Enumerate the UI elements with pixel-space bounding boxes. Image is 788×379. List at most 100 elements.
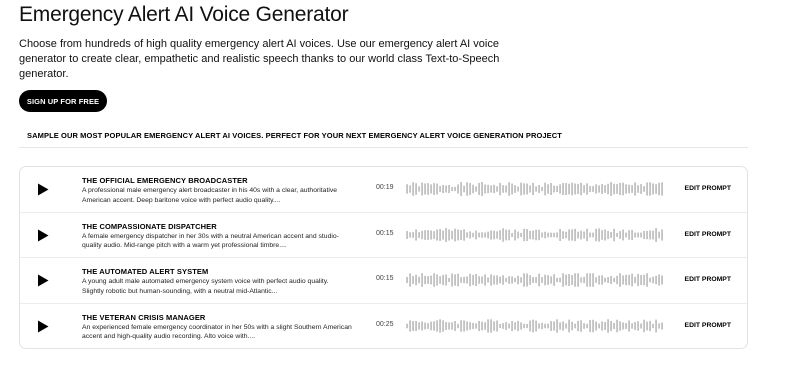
waveform-bar	[433, 320, 435, 331]
waveform-bar	[619, 320, 621, 331]
waveform-bar	[445, 274, 447, 286]
waveform-bar	[619, 182, 621, 196]
waveform-bar	[424, 275, 426, 285]
play-icon[interactable]	[37, 274, 49, 287]
waveform-bar	[418, 276, 420, 284]
waveform-bar	[607, 183, 609, 195]
waveform-icon[interactable]	[406, 182, 664, 196]
edit-prompt-button[interactable]: EDIT PROMPT	[685, 322, 731, 329]
waveform-bar	[490, 185, 492, 193]
waveform-bar	[604, 277, 606, 283]
waveform-bar	[565, 322, 567, 329]
edit-prompt-button[interactable]: EDIT PROMPT	[685, 231, 731, 238]
waveform-bar	[589, 319, 591, 332]
waveform-bar	[487, 231, 489, 238]
waveform-bar	[418, 321, 420, 330]
waveform-bar	[427, 276, 429, 284]
waveform-bar	[421, 273, 423, 287]
waveform-bar	[586, 273, 588, 287]
waveform-bar	[499, 229, 501, 240]
waveform-bar	[529, 230, 531, 239]
waveform-bar	[415, 228, 417, 241]
waveform-bar	[523, 273, 525, 287]
waveform-bar	[631, 273, 633, 287]
waveform-bar	[580, 182, 582, 196]
waveform-bar	[583, 276, 585, 284]
waveform-bar	[496, 186, 498, 192]
waveform-icon[interactable]	[406, 318, 664, 333]
waveform-bar	[427, 183, 429, 195]
waveform-bar	[523, 323, 525, 328]
waveform-bar	[412, 320, 414, 331]
waveform-bar	[415, 274, 417, 286]
waveform-bar	[523, 183, 525, 195]
play-icon[interactable]	[37, 229, 49, 242]
voice-info: THE OFFICIAL EMERGENCY BROADCASTER A pro…	[82, 176, 352, 205]
page-description: Choose from hundreds of high quality eme…	[19, 38, 500, 80]
voice-duration: 00:15	[376, 229, 394, 237]
waveform-bar	[661, 321, 663, 330]
play-icon[interactable]	[37, 183, 49, 196]
waveform-bar	[646, 321, 648, 330]
waveform-bar	[637, 320, 639, 331]
waveform-bar	[466, 231, 468, 238]
waveform-bar	[601, 320, 603, 331]
waveform-icon[interactable]	[406, 273, 664, 287]
waveform-bar	[547, 323, 549, 328]
sign-up-button[interactable]: SIGN UP FOR FREE	[19, 90, 107, 112]
waveform-bar	[583, 322, 585, 329]
voice-description: An experienced female emergency coordina…	[82, 323, 352, 341]
waveform-bar	[637, 232, 639, 237]
waveform-bar	[520, 182, 522, 196]
waveform-bar	[418, 231, 420, 238]
waveform-bar	[556, 318, 558, 333]
waveform-bar	[502, 185, 504, 193]
waveform-bar	[451, 321, 453, 330]
waveform-bar	[565, 231, 567, 238]
waveform-bar	[529, 275, 531, 285]
waveform-bar	[460, 229, 462, 240]
edit-prompt-button[interactable]: EDIT PROMPT	[685, 185, 731, 192]
waveform-bar	[466, 182, 468, 196]
waveform-bar	[436, 183, 438, 195]
waveform-bar	[583, 185, 585, 193]
waveform-bar	[631, 229, 633, 240]
waveform-bar	[517, 275, 519, 285]
waveform-bar	[457, 273, 459, 287]
waveform-bar	[574, 323, 576, 328]
waveform-bar	[454, 320, 456, 331]
waveform-bar	[598, 227, 600, 242]
waveform-bar	[439, 228, 441, 241]
waveform-bar	[427, 229, 429, 240]
waveform-bar	[613, 228, 615, 241]
waveform-bar	[475, 322, 477, 329]
waveform-bar	[415, 320, 417, 331]
waveform-bar	[556, 277, 558, 283]
waveform-bar	[652, 323, 654, 328]
waveform-bar	[562, 320, 564, 331]
waveform-bar	[430, 275, 432, 285]
waveform-bar	[424, 183, 426, 195]
waveform-icon[interactable]	[406, 227, 664, 242]
waveform-bar	[469, 230, 471, 239]
waveform-bar	[622, 321, 624, 330]
play-icon[interactable]	[37, 320, 49, 333]
waveform-bar	[613, 183, 615, 195]
waveform-bar	[610, 231, 612, 238]
waveform-bar	[427, 322, 429, 329]
edit-prompt-button[interactable]: EDIT PROMPT	[685, 276, 731, 283]
waveform-bar	[577, 231, 579, 238]
waveform-bar	[520, 277, 522, 283]
waveform-bar	[571, 321, 573, 330]
waveform-bar	[649, 182, 651, 196]
waveform-bar	[460, 277, 462, 283]
waveform-bar	[628, 319, 630, 332]
waveform-bar	[514, 277, 516, 283]
voice-name: THE COMPASSIONATE DISPATCHER	[82, 221, 217, 231]
waveform-bar	[526, 183, 528, 195]
waveform-bar	[616, 232, 618, 237]
waveform-bar	[445, 227, 447, 242]
waveform-bar	[439, 276, 441, 284]
waveform-bar	[511, 320, 513, 331]
waveform-bar	[658, 231, 660, 238]
